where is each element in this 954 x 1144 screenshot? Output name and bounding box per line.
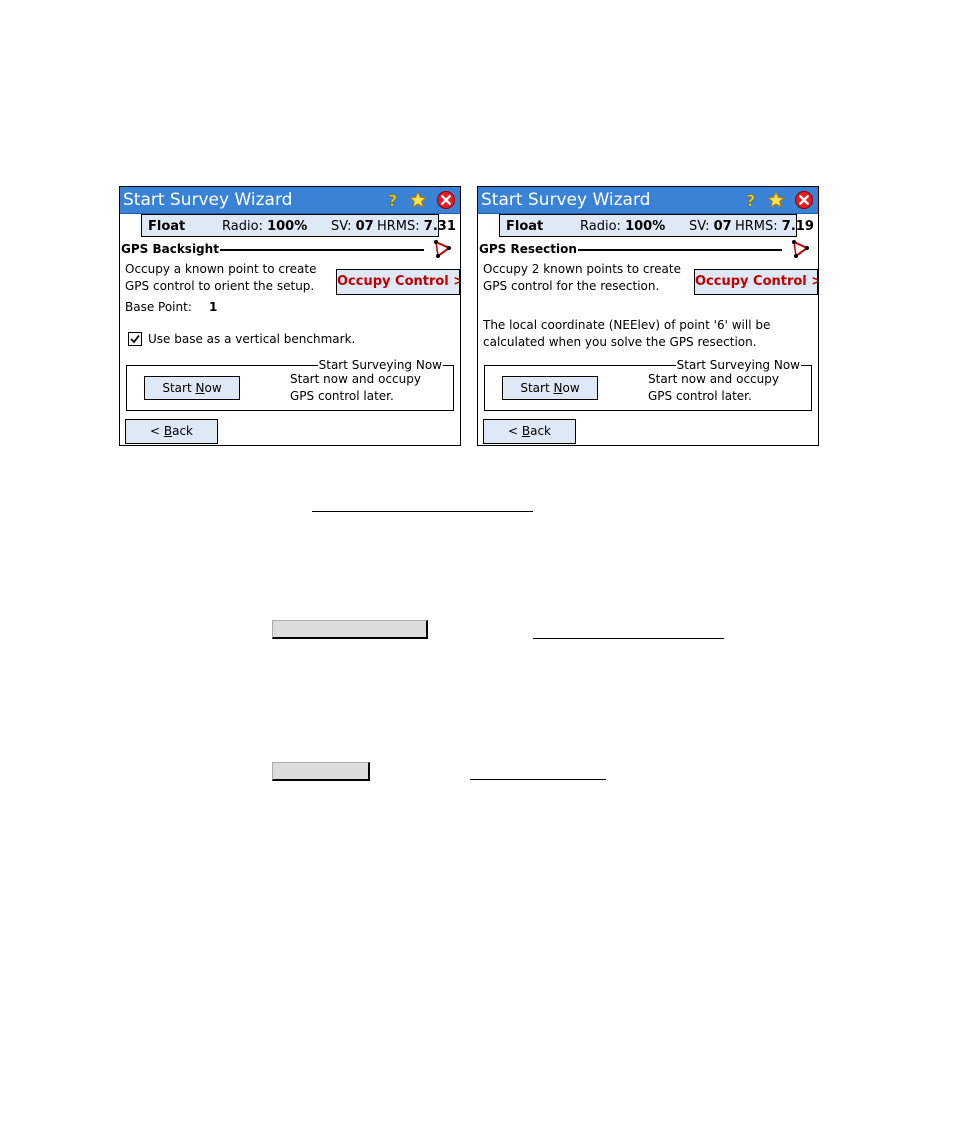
occupy-control-button[interactable]: Occupy Control > <box>336 269 460 295</box>
help-icon[interactable]: ? <box>740 190 760 210</box>
description-line-2: GPS control to orient the setup. <box>125 279 315 293</box>
redacted-button-placeholder <box>272 620 428 639</box>
gps-status-bar: Float Radio: 100% SV: 07 HRMS: 7.19 <box>499 214 814 237</box>
start-survey-wizard-backsight: Start Survey Wizard ? Float Radio: 100% … <box>119 186 461 446</box>
note-line-2: calculated when you solve the GPS resect… <box>483 335 757 349</box>
group-title: Start Surveying Now <box>317 358 443 372</box>
start-now-button[interactable]: Start Now <box>144 376 240 400</box>
redacted-button-placeholder <box>272 762 370 781</box>
help-icon[interactable]: ? <box>382 190 402 210</box>
title-bar: Start Survey Wizard ? <box>120 187 460 214</box>
description-line-2: GPS control for the resection. <box>483 279 660 293</box>
base-point-label: Base Point: <box>125 300 192 314</box>
start-surveying-group: Start Surveying Now Start Now Start now … <box>126 358 454 411</box>
checkbox-label: Use base as a vertical benchmark. <box>148 332 356 346</box>
description-line-1: Occupy a known point to create <box>125 262 317 276</box>
group-title: Start Surveying Now <box>675 358 801 372</box>
vertical-benchmark-checkbox[interactable] <box>128 332 142 346</box>
section-divider <box>220 249 424 251</box>
section-title: GPS Resection <box>479 242 577 256</box>
title-bar: Start Survey Wizard ? <box>478 187 818 214</box>
base-point-value: 1 <box>209 300 218 314</box>
window-title: Start Survey Wizard <box>123 190 293 210</box>
sv-count: SV: 07 <box>689 219 732 234</box>
start-surveying-group: Start Surveying Now Start Now Start now … <box>484 358 812 411</box>
radio-status: Radio: 100% <box>580 219 666 234</box>
gps-status-bar: Float Radio: 100% SV: 07 HRMS: 7.31 <box>141 214 456 237</box>
svg-text:?: ? <box>746 191 755 210</box>
redacted-underline <box>312 511 533 512</box>
close-icon[interactable] <box>794 190 814 210</box>
close-icon[interactable] <box>436 190 456 210</box>
survey-tripod-icon <box>434 240 451 258</box>
start-survey-wizard-resection: Start Survey Wizard ? Float Radio: 100% … <box>477 186 819 446</box>
window-title: Start Survey Wizard <box>481 190 651 210</box>
sv-count: SV: 07 <box>331 219 374 234</box>
favorites-star-icon[interactable] <box>408 190 428 210</box>
occupy-control-button[interactable]: Occupy Control > <box>694 269 818 295</box>
favorites-star-icon[interactable] <box>766 190 786 210</box>
start-now-description: Start now and occupy GPS control later. <box>648 372 779 403</box>
start-now-button[interactable]: Start Now <box>502 376 598 400</box>
redacted-underline <box>533 638 724 639</box>
survey-tripod-icon <box>792 240 809 258</box>
hrms-value: HRMS: 7.19 <box>735 219 814 234</box>
fix-mode: Float <box>148 219 186 234</box>
checkmark-icon <box>130 334 140 344</box>
section-title: GPS Backsight <box>121 242 219 256</box>
fix-mode: Float <box>506 219 544 234</box>
svg-text:?: ? <box>388 191 397 210</box>
back-button[interactable]: < Back <box>125 419 218 444</box>
note-line-1: The local coordinate (NEElev) of point '… <box>483 318 771 332</box>
back-button[interactable]: < Back <box>483 419 576 444</box>
redacted-underline <box>470 779 606 780</box>
hrms-value: HRMS: 7.31 <box>377 219 456 234</box>
start-now-description: Start now and occupy GPS control later. <box>290 372 421 403</box>
description-line-1: Occupy 2 known points to create <box>483 262 681 276</box>
section-divider <box>578 249 782 251</box>
radio-status: Radio: 100% <box>222 219 308 234</box>
